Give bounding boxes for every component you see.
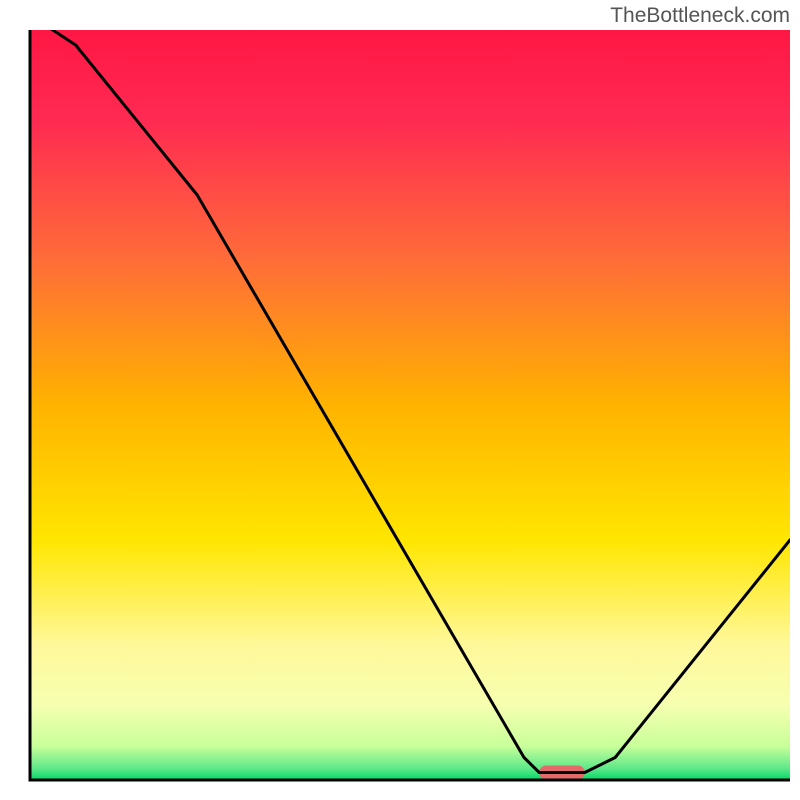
watermark-text: TheBottleneck.com <box>610 4 790 28</box>
bottleneck-chart <box>0 0 800 800</box>
chart-container: TheBottleneck.com <box>0 0 800 800</box>
plot-background <box>30 30 790 780</box>
